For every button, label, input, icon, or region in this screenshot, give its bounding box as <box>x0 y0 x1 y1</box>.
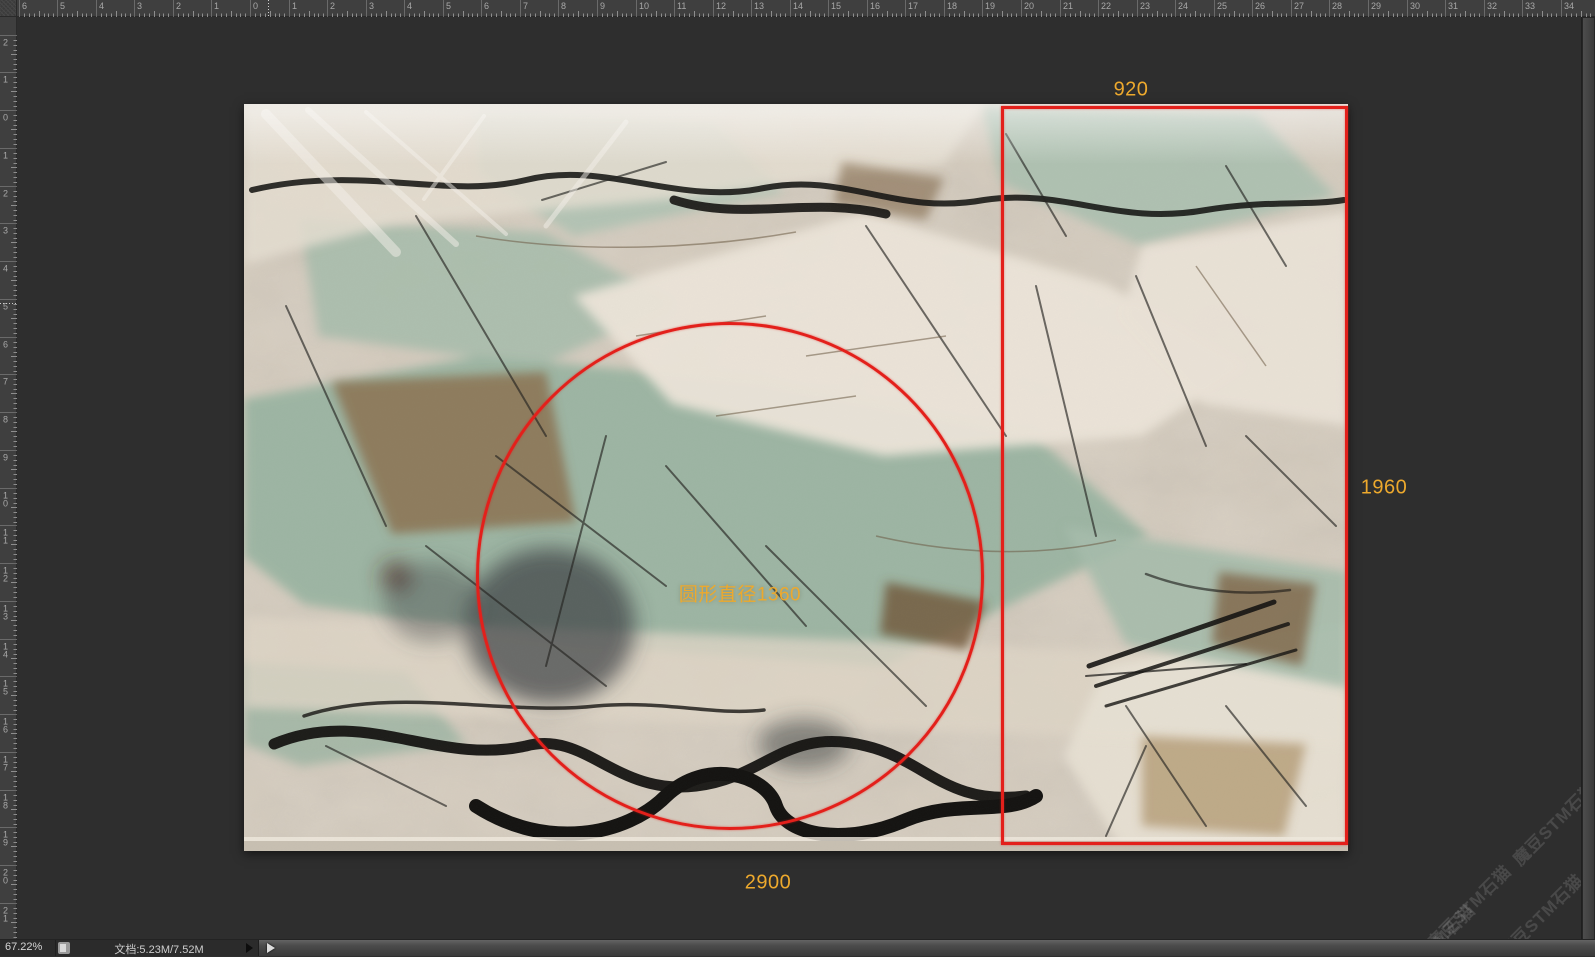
svg-text:1: 1 <box>3 75 8 85</box>
svg-text:6: 6 <box>22 1 27 11</box>
watermark: 魔豆STM石猫 <box>1384 897 1480 940</box>
svg-text:8: 8 <box>3 801 8 811</box>
svg-text:3: 3 <box>3 612 8 622</box>
stone-slab-image <box>244 104 1348 851</box>
svg-text:2: 2 <box>3 38 8 48</box>
svg-text:4: 4 <box>407 1 412 11</box>
watermark: 魔豆STM石猫 <box>1420 858 1516 940</box>
svg-text:3: 3 <box>137 1 142 11</box>
horizontal-ruler[interactable]: 6543210123456789101112131415161718192021… <box>17 0 1595 17</box>
svg-text:6: 6 <box>3 340 8 350</box>
document-status-icon <box>58 942 70 954</box>
svg-text:5: 5 <box>3 687 8 697</box>
svg-text:7: 7 <box>3 763 8 773</box>
svg-text:3: 3 <box>3 226 8 236</box>
svg-text:4: 4 <box>99 1 104 11</box>
svg-text:2: 2 <box>3 574 8 584</box>
svg-text:2: 2 <box>330 1 335 11</box>
svg-text:3: 3 <box>369 1 374 11</box>
svg-text:26: 26 <box>1255 1 1265 11</box>
svg-text:4: 4 <box>3 650 8 660</box>
svg-text:0: 0 <box>3 876 8 886</box>
svg-text:11: 11 <box>677 1 686 11</box>
vertical-ruler[interactable]: 210123456789101112131415161718192021 <box>0 17 17 940</box>
svg-text:12: 12 <box>716 1 726 11</box>
svg-text:1: 1 <box>292 1 297 11</box>
svg-text:1: 1 <box>3 914 8 924</box>
svg-text:1: 1 <box>214 1 219 11</box>
svg-text:10: 10 <box>639 1 649 11</box>
svg-text:1: 1 <box>3 536 8 546</box>
watermark: 魔豆STM石猫 <box>1506 774 1581 870</box>
horizontal-ruler-ticks: 6543210123456789101112131415161718192021… <box>17 0 1595 17</box>
svg-text:25: 25 <box>1217 1 1227 11</box>
rect-width-label: 920 <box>1114 79 1149 102</box>
document-canvas[interactable]: 920 1960 2900 圆形直径1360 魔豆STM石猫魔豆STM石猫魔豆S… <box>17 17 1581 940</box>
svg-text:2: 2 <box>176 1 181 11</box>
vertical-scrollbar[interactable] <box>1581 17 1595 940</box>
svg-text:14: 14 <box>793 1 803 11</box>
svg-text:33: 33 <box>1525 1 1535 11</box>
svg-text:8: 8 <box>561 1 566 11</box>
slab-width-label: 2900 <box>745 872 792 895</box>
horizontal-scrollbar[interactable] <box>258 940 1595 956</box>
svg-text:31: 31 <box>1448 1 1458 11</box>
svg-text:9: 9 <box>3 838 8 848</box>
svg-text:34: 34 <box>1564 1 1574 11</box>
svg-text:20: 20 <box>1024 1 1034 11</box>
svg-text:0: 0 <box>253 1 258 11</box>
status-menu-arrow-icon[interactable] <box>246 943 253 953</box>
svg-text:29: 29 <box>1371 1 1381 11</box>
svg-text:21: 21 <box>1063 1 1073 11</box>
svg-text:0: 0 <box>3 113 8 123</box>
svg-text:9: 9 <box>3 453 8 463</box>
svg-text:8: 8 <box>3 415 8 425</box>
ruler-origin-box[interactable] <box>0 0 17 17</box>
svg-text:0: 0 <box>3 499 8 509</box>
rect-height-label: 1960 <box>1361 477 1408 500</box>
marble-texture <box>244 104 1348 851</box>
svg-text:22: 22 <box>1101 1 1111 11</box>
svg-text:5: 5 <box>446 1 451 11</box>
scroll-right-arrow-icon <box>267 943 275 953</box>
svg-text:16: 16 <box>870 1 880 11</box>
vertical-ruler-ticks: 210123456789101112131415161718192021 <box>0 17 17 940</box>
svg-text:28: 28 <box>1332 1 1342 11</box>
zoom-level-field[interactable]: 67.22% <box>0 940 56 956</box>
svg-text:7: 7 <box>3 377 8 387</box>
svg-text:1: 1 <box>3 151 8 161</box>
svg-text:27: 27 <box>1294 1 1304 11</box>
svg-text:13: 13 <box>754 1 764 11</box>
svg-text:7: 7 <box>523 1 528 11</box>
svg-text:32: 32 <box>1487 1 1497 11</box>
svg-text:24: 24 <box>1178 1 1188 11</box>
svg-text:6: 6 <box>3 725 8 735</box>
svg-text:4: 4 <box>3 264 8 274</box>
watermark: 魔豆STM石猫 <box>1492 867 1581 940</box>
vertical-scrollbar-thumb[interactable] <box>1583 18 1594 939</box>
svg-text:15: 15 <box>831 1 841 11</box>
svg-text:30: 30 <box>1410 1 1420 11</box>
svg-text:23: 23 <box>1140 1 1150 11</box>
svg-text:19: 19 <box>985 1 995 11</box>
svg-text:18: 18 <box>947 1 957 11</box>
svg-text:2: 2 <box>3 189 8 199</box>
document-size-info: 文档:5.23M/7.52M <box>76 941 242 957</box>
status-bar: 67.22% 文档:5.23M/7.52M <box>0 939 1595 956</box>
svg-text:9: 9 <box>600 1 605 11</box>
svg-text:17: 17 <box>908 1 918 11</box>
svg-text:5: 5 <box>60 1 65 11</box>
svg-text:6: 6 <box>484 1 489 11</box>
